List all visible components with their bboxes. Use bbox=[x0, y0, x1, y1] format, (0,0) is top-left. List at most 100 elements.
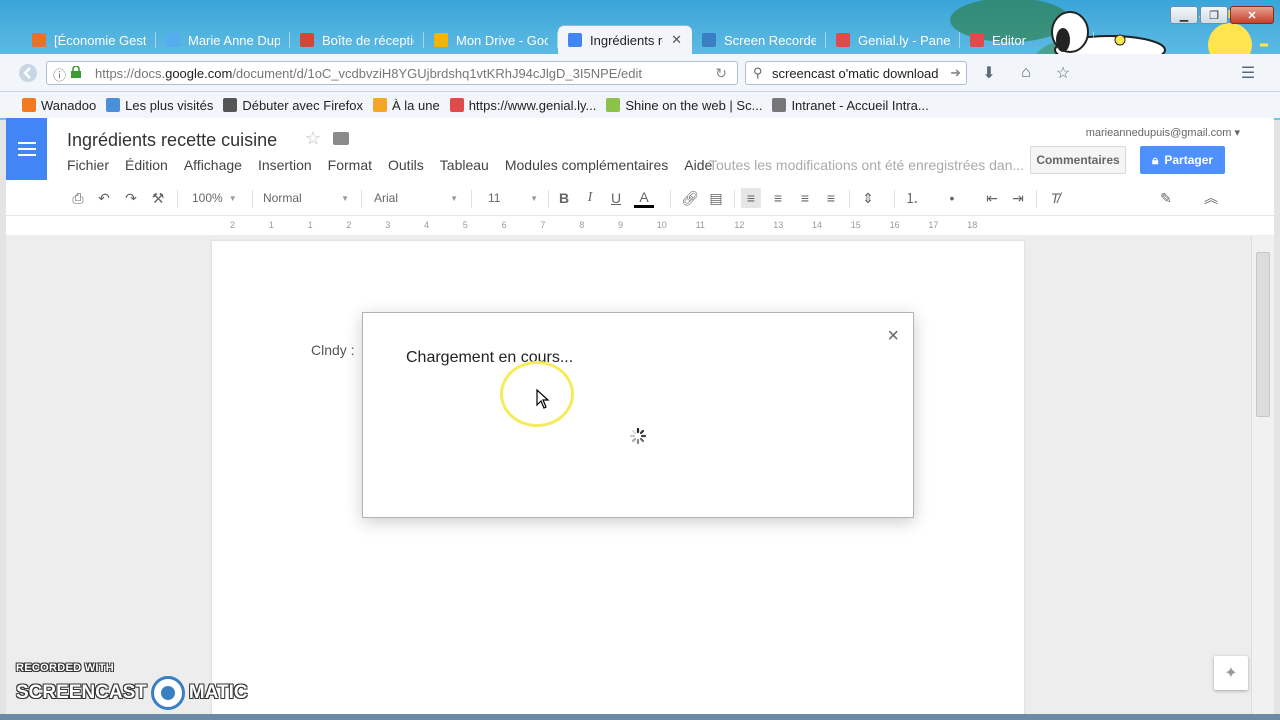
bookmark-item[interactable]: Les plus visités bbox=[106, 98, 213, 113]
bookmark-item[interactable]: Intranet - Accueil Intra... bbox=[772, 98, 929, 113]
bookmark-favicon-icon bbox=[373, 98, 387, 112]
menu-item[interactable]: Format bbox=[328, 157, 372, 173]
browser-tab[interactable]: Boîte de réceptio bbox=[290, 26, 424, 54]
font-select[interactable]: Arial ▼ bbox=[374, 188, 458, 208]
share-button[interactable]: 🔒︎ Partager bbox=[1140, 146, 1225, 174]
editing-mode-icon[interactable]: ✎ bbox=[1154, 188, 1178, 208]
bulleted-list-icon[interactable]: • bbox=[943, 188, 961, 208]
star-icon[interactable]: ☆ bbox=[305, 128, 321, 149]
reload-icon[interactable]: ↻ bbox=[715, 65, 727, 82]
italic-icon[interactable]: I bbox=[583, 188, 597, 208]
ruler-number: 10 bbox=[656, 220, 667, 230]
ruler: 2 1 1 2 3 4 5 6 7 8 9 10 11 12 13 14 15 16 17 18 bbox=[6, 216, 1274, 236]
twitter-bird-icon bbox=[166, 33, 180, 47]
bookmark-label: Shine on the web | Sc... bbox=[625, 97, 763, 113]
increase-indent-icon[interactable]: ⇥ bbox=[1009, 188, 1027, 208]
comment-icon[interactable]: ▤ bbox=[707, 188, 725, 208]
account-email[interactable]: marieannedupuis@gmail.com ▾ bbox=[1086, 126, 1240, 139]
bookmark-item[interactable]: Wanadoo bbox=[22, 98, 96, 113]
collapse-menus-icon[interactable]: ︽ bbox=[1202, 188, 1220, 208]
link-icon[interactable]: 🔗︎ bbox=[680, 188, 700, 208]
explore-icon[interactable]: ✦ bbox=[1214, 656, 1248, 690]
tab-label: Marie Anne Dup bbox=[188, 32, 280, 48]
justify-icon[interactable]: ≡ bbox=[822, 188, 840, 208]
url-bar[interactable]: ⓘ https://docs.google.com/document/d/1oC… bbox=[46, 61, 738, 85]
back-icon[interactable] bbox=[16, 61, 40, 85]
ruler-number: 17 bbox=[928, 220, 939, 230]
menu-item[interactable]: Insertion bbox=[258, 157, 312, 173]
browser-tab[interactable]: Genial.ly - Panel bbox=[826, 26, 960, 54]
align-left-icon[interactable]: ≡ bbox=[741, 188, 761, 208]
browser-tab[interactable]: Editor bbox=[960, 26, 1094, 54]
loading-spinner-icon bbox=[629, 427, 647, 445]
browser-tab[interactable]: Marie Anne Dup bbox=[156, 26, 290, 54]
scrollbar-thumb[interactable] bbox=[1256, 252, 1270, 417]
text-color-icon[interactable]: A bbox=[634, 188, 654, 208]
share-label: Partager bbox=[1164, 153, 1214, 167]
menu-item[interactable]: Fichier bbox=[67, 157, 109, 173]
menu-item[interactable]: Tableau bbox=[440, 157, 489, 173]
close-window-button[interactable]: ✕ bbox=[1230, 6, 1274, 24]
folder-icon[interactable] bbox=[333, 132, 349, 145]
comments-button[interactable]: Commentaires bbox=[1030, 146, 1126, 174]
ruler-number: 18 bbox=[967, 220, 978, 230]
bookmark-item[interactable]: https://www.genial.ly... bbox=[449, 98, 596, 113]
docs-home-icon[interactable] bbox=[6, 118, 47, 180]
google-docs-icon bbox=[568, 33, 582, 47]
clear-formatting-icon[interactable]: T̸ bbox=[1046, 188, 1064, 208]
menu-hamburger-icon[interactable]: ☰ bbox=[1236, 61, 1260, 85]
menu-item[interactable]: Modules complémentaires bbox=[505, 157, 668, 173]
home-icon[interactable]: ⌂ bbox=[1014, 61, 1038, 85]
line-spacing-icon[interactable]: ⇕ bbox=[858, 188, 878, 208]
search-bar[interactable]: ⚲ screencast o'matic download ➜ bbox=[745, 61, 967, 85]
bookmark-item[interactable]: Shine on the web | Sc... bbox=[606, 98, 762, 113]
info-icon[interactable]: ⓘ bbox=[53, 65, 66, 84]
redo-icon[interactable]: ↷ bbox=[123, 188, 139, 208]
maximize-button[interactable]: ❐ bbox=[1200, 6, 1228, 24]
numbered-list-icon[interactable]: ⒈ bbox=[903, 188, 921, 208]
bookmark-item[interactable]: Débuter avec Firefox bbox=[223, 98, 363, 113]
vertical-scrollbar[interactable] bbox=[1251, 236, 1274, 714]
download-icon[interactable]: ⬇ bbox=[977, 61, 1001, 85]
decrease-indent-icon[interactable]: ⇤ bbox=[983, 188, 1001, 208]
tab-label: Screen Recorder bbox=[724, 32, 816, 48]
bookmark-label: Les plus visités bbox=[125, 97, 214, 113]
menu-item[interactable]: Outils bbox=[388, 157, 424, 173]
underline-icon[interactable]: U bbox=[609, 188, 623, 208]
ruler-number: 1 bbox=[307, 220, 313, 230]
minimize-button[interactable]: ▁ bbox=[1170, 6, 1198, 24]
browser-tab[interactable]: Mon Drive - Goo bbox=[424, 26, 558, 54]
bookmark-favicon-icon bbox=[449, 98, 464, 112]
search-go-icon[interactable]: ➜ bbox=[950, 65, 961, 81]
lock-icon bbox=[71, 65, 81, 78]
tab-close-icon[interactable]: ✕ bbox=[671, 32, 682, 48]
docs-menu-bar: Fichier Édition Affichage Insertion Format Ou… bbox=[67, 157, 712, 173]
print-icon[interactable]: ⎙ bbox=[70, 188, 86, 208]
bookmark-item[interactable]: À la une bbox=[373, 98, 440, 113]
browser-tab[interactable]: Screen Recorder bbox=[692, 26, 826, 54]
font-size-select[interactable]: 11 ▼ bbox=[488, 188, 538, 208]
style-select[interactable]: Normal ▼ bbox=[263, 188, 349, 208]
document-title[interactable]: Ingrédients recette cuisine bbox=[67, 130, 277, 151]
ruler-number: 4 bbox=[424, 220, 430, 230]
menu-item[interactable]: Affichage bbox=[184, 157, 242, 173]
bookmark-star-icon[interactable]: ☆ bbox=[1051, 61, 1075, 85]
tab-label: Ingrédients re bbox=[590, 32, 664, 48]
ruler-number: 15 bbox=[850, 220, 861, 230]
ruler-number: 16 bbox=[889, 220, 900, 230]
ruler-number: 1 bbox=[268, 220, 274, 230]
ruler-number: 8 bbox=[579, 220, 585, 230]
ruler-number: 7 bbox=[540, 220, 546, 230]
zoom-select[interactable]: 100% ▼ bbox=[192, 188, 248, 208]
browser-tab[interactable]: Ingrédients re ✕ bbox=[558, 26, 692, 54]
bold-icon[interactable]: B bbox=[557, 188, 571, 208]
align-center-icon[interactable]: ≡ bbox=[769, 188, 787, 208]
paint-format-icon[interactable]: ⚒ bbox=[150, 188, 166, 208]
ruler-number: 2 bbox=[346, 220, 352, 230]
browser-tab[interactable]: [Économie Gestic bbox=[22, 26, 156, 54]
undo-icon[interactable]: ↶ bbox=[96, 188, 112, 208]
close-icon[interactable]: × bbox=[887, 325, 899, 348]
align-right-icon[interactable]: ≡ bbox=[796, 188, 814, 208]
ruler-number: 9 bbox=[618, 220, 624, 230]
menu-item[interactable]: Édition bbox=[125, 157, 168, 173]
